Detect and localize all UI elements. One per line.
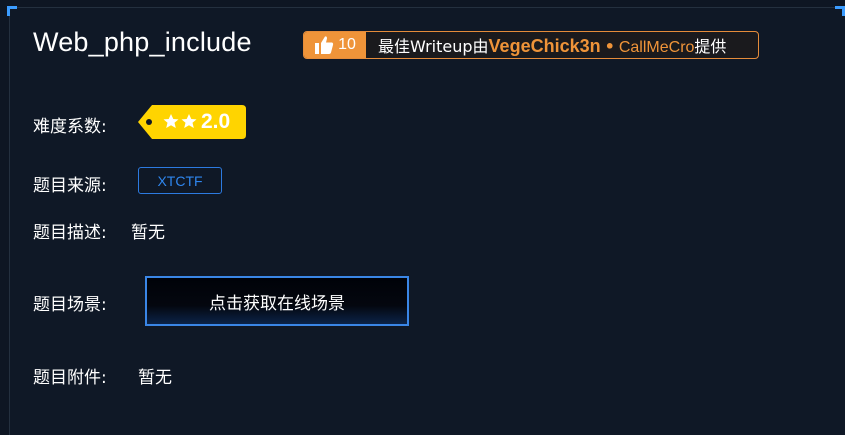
source-label: 题目来源:	[33, 176, 107, 196]
challenge-title: Web_php_include	[33, 27, 252, 57]
writeup-author-primary-link[interactable]: VegeChick3n	[489, 36, 601, 56]
writeup-prefix: 最佳Writeup由	[378, 37, 489, 56]
description-label: 题目描述:	[33, 223, 107, 243]
writeup-author-secondary-link[interactable]: CallMeCro	[619, 39, 695, 56]
difficulty-tag: 2.0	[138, 105, 246, 139]
writeup-suffix: 提供	[694, 37, 727, 56]
thumbs-up-icon	[314, 35, 334, 55]
source-tag[interactable]: XTCTF	[138, 167, 222, 194]
like-button[interactable]: 10	[304, 32, 366, 58]
best-writeup-badge: 10 最佳Writeup由VegeChick3n • CallMeCro提供	[303, 31, 759, 59]
corner-decoration-top-left	[7, 6, 17, 16]
difficulty-value: 2.0	[201, 110, 231, 133]
difficulty-label: 难度系数:	[33, 117, 107, 137]
description-value: 暂无	[131, 223, 165, 243]
writeup-credit: 最佳Writeup由VegeChick3n • CallMeCro提供	[378, 33, 726, 57]
corner-decoration-top-right	[835, 6, 845, 16]
attachment-value: 暂无	[138, 368, 172, 388]
get-online-scene-button[interactable]: 点击获取在线场景	[145, 276, 409, 326]
like-count: 10	[338, 36, 356, 53]
scene-label: 题目场景:	[33, 295, 107, 315]
writeup-separator: •	[604, 37, 615, 56]
attachment-label: 题目附件:	[33, 368, 107, 388]
